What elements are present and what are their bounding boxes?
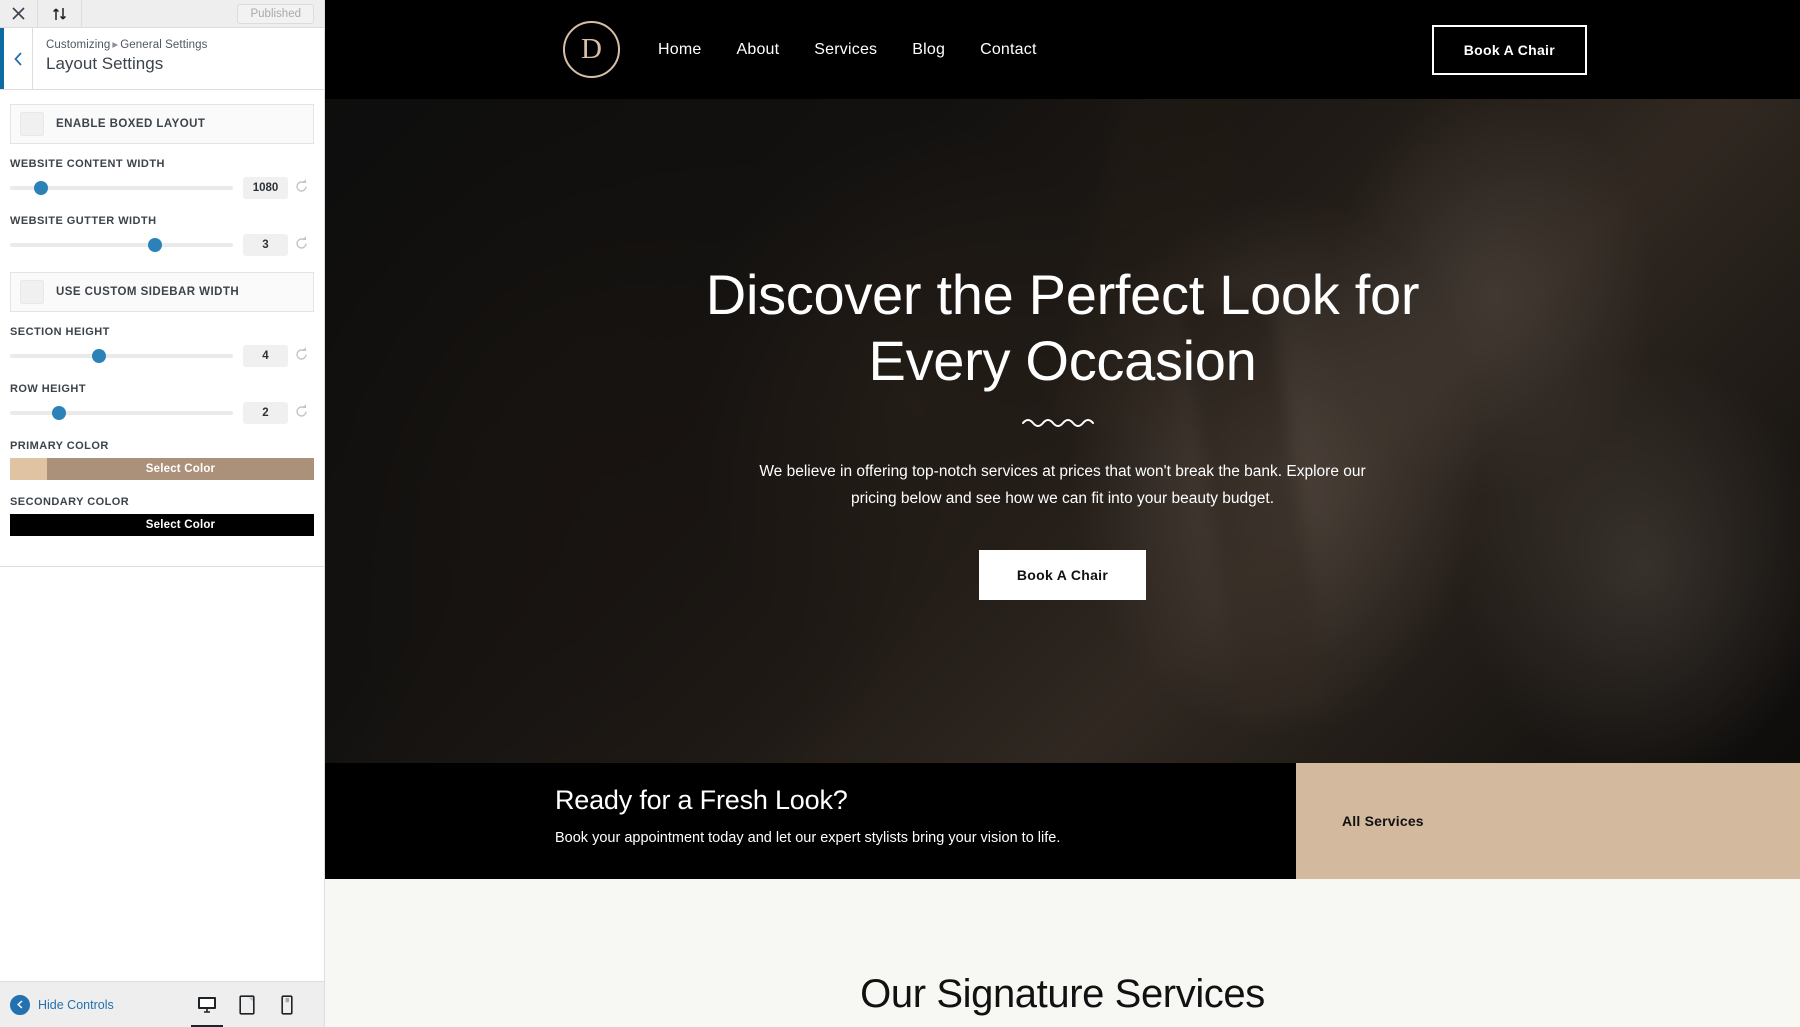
sort-arrows-icon[interactable] [38, 0, 82, 27]
label-secondary-color: SECONDARY COLOR [10, 496, 130, 508]
cta-description: Book your appointment today and let our … [555, 830, 1061, 846]
toggle-use-custom-sidebar-width[interactable]: USE CUSTOM SIDEBAR WIDTH [10, 272, 314, 312]
range-thumb-section-height[interactable] [92, 349, 107, 363]
mobile-icon[interactable] [276, 990, 298, 1020]
primary-color-picker[interactable]: Select Color [10, 458, 314, 480]
nav-item-blog[interactable]: Blog [912, 41, 945, 59]
secondary-color-swatch[interactable] [10, 514, 47, 536]
breadcrumb-separator: ▸ [112, 39, 119, 51]
published-button[interactable]: Published [237, 3, 314, 24]
hero-subtitle: We believe in offering top-notch service… [759, 462, 1366, 508]
wordpress-customizer-panel: Published Customizing ▸ General Settings L… [0, 0, 325, 1027]
nav-item-home[interactable]: Home [658, 41, 701, 59]
services-title: Our Signature Services [860, 972, 1265, 1016]
chevron-left-icon[interactable] [0, 28, 33, 89]
collapse-left-icon [10, 994, 30, 1015]
hero-title: Discover the Perfect Look for Every Occa… [365, 262, 1760, 394]
breadcrumb: Customizing ▸ General Settings [46, 37, 208, 51]
nav-item-contact[interactable]: Contact [980, 41, 1037, 59]
hero-content: Discover the Perfect Look for Every Occa… [325, 262, 1800, 601]
range-row-section-height: 4 [10, 345, 314, 367]
range-rail [10, 243, 233, 247]
page-title: Layout Settings [46, 54, 164, 73]
reset-icon[interactable] [288, 236, 314, 255]
range-thumb-website-gutter-width[interactable] [147, 238, 162, 252]
hide-controls-label: Hide Controls [38, 997, 114, 1012]
range-row-website-content-width: 1080 [10, 177, 314, 199]
nav-item-about[interactable]: About [736, 41, 779, 59]
value-website-gutter-width[interactable]: 3 [243, 234, 288, 256]
control-primary-color: PRIMARY COLOR Select Color [10, 440, 314, 480]
label-section-height: SECTION HEIGHT [10, 326, 110, 338]
checkbox-enable-boxed-layout[interactable] [20, 112, 44, 136]
range-thumb-website-content-width[interactable] [34, 181, 49, 195]
hero-section: Discover the Perfect Look for Every Occa… [325, 99, 1800, 763]
services-section: Our Signature Services [325, 879, 1800, 1027]
customizer-screen: Published Customizing ▸ General Settings L… [0, 0, 1800, 1027]
reset-icon[interactable] [288, 347, 314, 366]
cta-band: Ready for a Fresh Look? Book your appoin… [325, 763, 1800, 879]
label-website-content-width: WEBSITE CONTENT WIDTH [10, 158, 165, 170]
desktop-icon[interactable] [191, 990, 223, 1027]
cta-heading: Ready for a Fresh Look? [555, 785, 848, 815]
range-track-website-content-width[interactable] [10, 180, 233, 196]
header-book-a-chair-button[interactable]: Book A Chair [1431, 24, 1587, 75]
customizer-controls: ENABLE BOXED LAYOUT WEBSITE CONTENT WIDT… [0, 90, 324, 981]
label-enable-boxed-layout: ENABLE BOXED LAYOUT [56, 118, 206, 130]
range-row-website-gutter-width: 3 [10, 234, 314, 256]
breadcrumb-root: Customizing [46, 39, 111, 51]
range-track-row-height[interactable] [10, 405, 233, 421]
label-primary-color: PRIMARY COLOR [10, 440, 109, 452]
reset-icon[interactable] [288, 404, 314, 423]
reset-icon[interactable] [288, 179, 314, 198]
primary-color-swatch[interactable] [10, 458, 47, 480]
hero-title-line-2: Every Occasion [868, 328, 1257, 392]
secondary-color-picker[interactable]: Select Color [10, 514, 314, 536]
panel-titles: Customizing ▸ General Settings Layout Sett… [33, 28, 208, 89]
secondary-select-color-button[interactable]: Select Color [47, 514, 314, 536]
label-website-gutter-width: WEBSITE GUTTER WIDTH [10, 215, 157, 227]
all-services-link[interactable]: All Services [1342, 813, 1424, 829]
control-secondary-color: SECONDARY COLOR Select Color [10, 496, 314, 536]
primary-select-color-button[interactable]: Select Color [47, 458, 314, 480]
breadcrumb-section: General Settings [120, 39, 208, 51]
tablet-icon[interactable] [236, 990, 258, 1020]
wave-divider-icon [1021, 418, 1094, 427]
value-section-height[interactable]: 4 [243, 345, 288, 367]
close-icon[interactable] [0, 0, 38, 27]
hide-controls-button[interactable]: Hide Controls [0, 994, 114, 1015]
cta-accent-block: All Services [1296, 763, 1800, 879]
range-track-section-height[interactable] [10, 348, 233, 364]
site-preview-frame[interactable]: D Home About Services Blog Contact Book … [325, 0, 1800, 1027]
hero-title-line-1: Discover the Perfect Look for [705, 262, 1420, 326]
value-website-content-width[interactable]: 1080 [243, 177, 288, 199]
range-rail [10, 411, 233, 415]
toggle-enable-boxed-layout[interactable]: ENABLE BOXED LAYOUT [10, 104, 314, 144]
range-thumb-row-height[interactable] [52, 406, 67, 420]
range-row-row-height: 2 [10, 402, 314, 424]
site-header: D Home About Services Blog Contact Book … [325, 0, 1800, 99]
slider-section-height: SECTION HEIGHT 4 [10, 326, 314, 367]
device-preview-buttons [191, 990, 324, 1027]
main-navigation: Home About Services Blog Contact [658, 41, 1037, 59]
slider-website-content-width: WEBSITE CONTENT WIDTH 1080 [10, 158, 314, 199]
label-row-height: ROW HEIGHT [10, 383, 86, 395]
label-use-custom-sidebar-width: USE CUSTOM SIDEBAR WIDTH [56, 286, 240, 298]
slider-website-gutter-width: WEBSITE GUTTER WIDTH 3 [10, 215, 314, 256]
slider-row-height: ROW HEIGHT 2 [10, 383, 314, 424]
site-logo[interactable]: D [563, 21, 620, 78]
range-track-website-gutter-width[interactable] [10, 237, 233, 253]
controls-inner: ENABLE BOXED LAYOUT WEBSITE CONTENT WIDT… [0, 104, 324, 567]
customizer-footer: Hide Controls [0, 981, 324, 1027]
checkbox-use-custom-sidebar-width[interactable] [20, 280, 44, 304]
customizer-panel-header: Customizing ▸ General Settings Layout Sett… [0, 28, 324, 90]
hero-book-a-chair-button[interactable]: Book A Chair [978, 550, 1147, 601]
cta-text-block: Ready for a Fresh Look? Book your appoin… [325, 763, 1296, 879]
range-rail [10, 354, 233, 358]
nav-item-services[interactable]: Services [814, 41, 877, 59]
value-row-height[interactable]: 2 [243, 402, 288, 424]
customizer-topbar: Published [0, 0, 324, 28]
